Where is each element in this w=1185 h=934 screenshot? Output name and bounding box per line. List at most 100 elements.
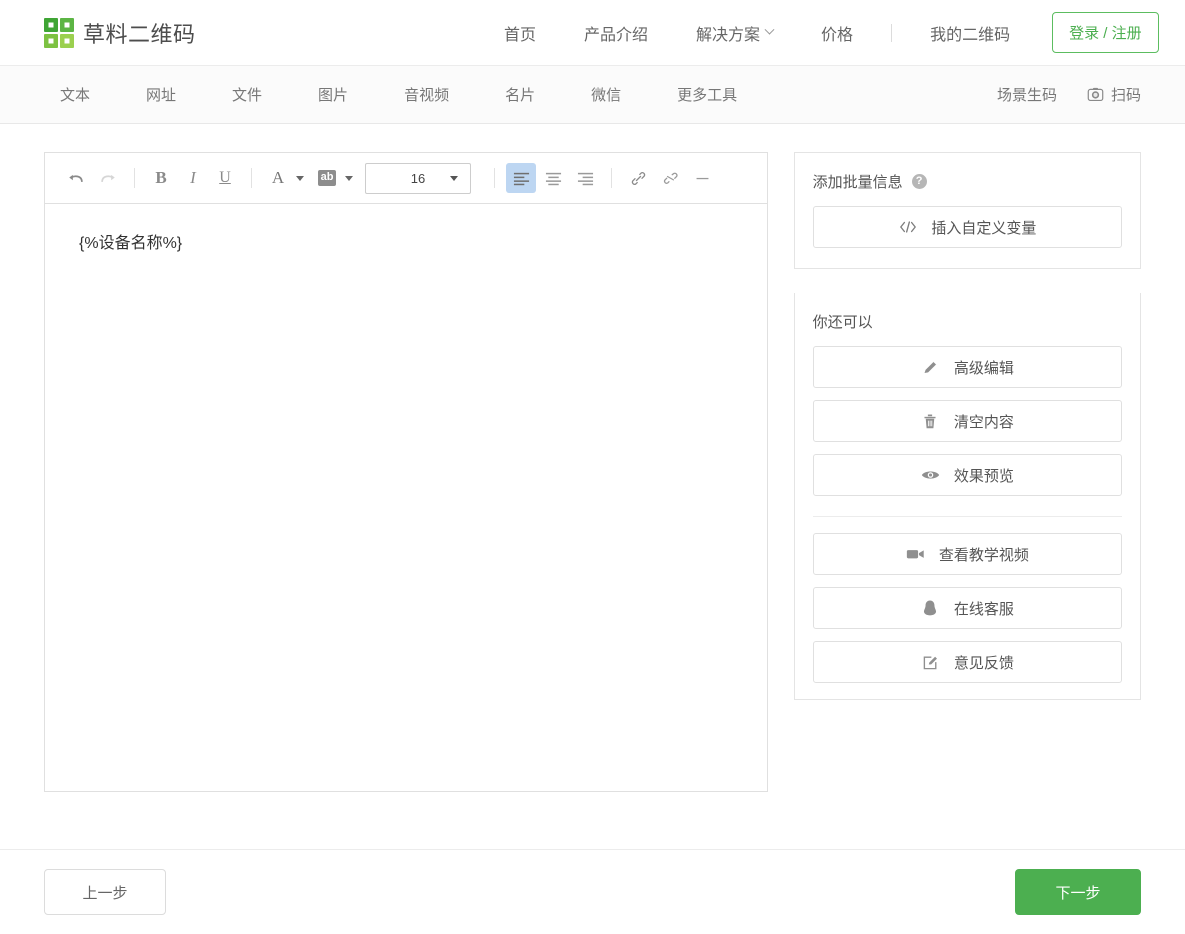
unlink-icon (662, 170, 679, 187)
feedback-edit-icon (921, 654, 940, 671)
bold-label: B (155, 168, 166, 188)
login-register-button[interactable]: 登录 / 注册 (1052, 12, 1159, 53)
nav-item-home[interactable]: 首页 (480, 21, 560, 45)
page-body: B I U A ab 16 (0, 124, 1185, 850)
brand-name: 草料二维码 (83, 17, 196, 49)
online-support-label: 在线客服 (954, 598, 1014, 619)
chevron-down-icon (450, 176, 458, 181)
tab-more-tools[interactable]: 更多工具 (649, 84, 765, 105)
tab-url[interactable]: 网址 (118, 84, 204, 105)
horizontal-rule-icon (694, 170, 711, 187)
nav-item-label: 首页 (504, 21, 536, 45)
tab-audio-video[interactable]: 音视频 (376, 84, 477, 105)
next-step-button[interactable]: 下一步 (1015, 869, 1141, 915)
undo-button[interactable] (61, 163, 91, 193)
video-camera-icon (906, 547, 925, 561)
code-brackets-icon (898, 220, 917, 234)
tutorial-video-button[interactable]: 查看教学视频 (813, 533, 1122, 575)
nav-item-label: 价格 (821, 21, 853, 45)
clear-content-button[interactable]: 清空内容 (813, 400, 1122, 442)
nav-item-my-qrcode[interactable]: 我的二维码 (906, 21, 1034, 45)
eye-icon (921, 468, 940, 482)
tab-business-card[interactable]: 名片 (477, 84, 563, 105)
preview-button[interactable]: 效果预览 (813, 454, 1122, 496)
nav-item-pricing[interactable]: 价格 (797, 21, 877, 45)
insert-link-button[interactable] (623, 163, 653, 193)
nav-item-products[interactable]: 产品介绍 (560, 21, 672, 45)
toolbar-divider (134, 168, 135, 188)
type-tab-bar: 文本 网址 文件 图片 音视频 名片 微信 更多工具 场景生码 扫码 (0, 66, 1185, 124)
text-color-dropdown-caret-icon[interactable] (296, 176, 304, 181)
text-color-label: A (272, 168, 284, 188)
scene-code-button[interactable]: 场景生码 (997, 84, 1057, 105)
text-color-button[interactable]: A (263, 163, 293, 193)
align-center-button[interactable] (538, 163, 568, 193)
editor-content-area[interactable]: {%设备名称%} (45, 204, 767, 791)
horizontal-rule-button[interactable] (687, 163, 717, 193)
rich-text-editor: B I U A ab 16 (44, 152, 768, 792)
trash-icon (921, 413, 940, 430)
tab-text[interactable]: 文本 (44, 84, 118, 105)
advanced-edit-label: 高级编辑 (954, 357, 1014, 378)
top-header: 草料二维码 首页 产品介绍 解决方案 价格 我的二维码 登录 / 注册 (0, 0, 1185, 66)
italic-label: I (190, 168, 196, 188)
chevron-down-icon (765, 25, 775, 35)
toolbar-divider (494, 168, 495, 188)
align-left-button[interactable] (506, 163, 536, 193)
also-can-title: 你还可以 (813, 311, 873, 332)
nav-divider (891, 24, 892, 42)
right-sidebar: 添加批量信息 ? 插入自定义变量 你还可以 (794, 152, 1141, 849)
redo-button[interactable] (93, 163, 123, 193)
align-right-button[interactable] (570, 163, 600, 193)
camera-scan-icon (1087, 86, 1104, 103)
scan-button[interactable]: 扫码 (1087, 84, 1141, 105)
insert-custom-variable-button[interactable]: 插入自定义变量 (813, 206, 1122, 248)
tab-wechat[interactable]: 微信 (563, 84, 649, 105)
insert-custom-variable-label: 插入自定义变量 (931, 217, 1036, 238)
editor-toolbar: B I U A ab 16 (45, 153, 767, 204)
tutorial-video-label: 查看教学视频 (939, 544, 1029, 565)
scan-label: 扫码 (1111, 84, 1141, 105)
align-center-icon (545, 171, 562, 186)
feedback-button[interactable]: 意见反馈 (813, 641, 1122, 683)
question-mark-icon[interactable]: ? (912, 174, 927, 189)
highlight-dropdown-caret-icon[interactable] (345, 176, 353, 181)
bold-button[interactable]: B (146, 163, 176, 193)
tab-image[interactable]: 图片 (290, 84, 376, 105)
underline-button[interactable]: U (210, 163, 240, 193)
nav-item-label: 我的二维码 (930, 21, 1010, 45)
feedback-label: 意见反馈 (954, 652, 1014, 673)
editor-text-line: {%设备名称%} (79, 230, 733, 257)
clear-content-label: 清空内容 (954, 411, 1014, 432)
tab-file[interactable]: 文件 (204, 84, 290, 105)
panel-divider (813, 516, 1122, 517)
preview-label: 效果预览 (954, 465, 1014, 486)
italic-button[interactable]: I (178, 163, 208, 193)
link-icon (630, 170, 647, 187)
batch-info-title-row: 添加批量信息 ? (813, 171, 1122, 192)
online-support-button[interactable]: 在线客服 (813, 587, 1122, 629)
highlight-color-button[interactable]: ab (312, 163, 342, 193)
undo-arrow-icon (67, 169, 85, 187)
main-nav: 首页 产品介绍 解决方案 价格 我的二维码 登录 / 注册 (480, 12, 1159, 53)
scene-code-label: 场景生码 (997, 84, 1057, 105)
subbar-actions: 场景生码 扫码 (997, 84, 1141, 105)
toolbar-divider (611, 168, 612, 188)
brand-logo[interactable]: 草料二维码 (44, 17, 196, 49)
also-can-panel: 你还可以 高级编辑 (794, 293, 1141, 700)
underline-label: U (219, 169, 231, 187)
advanced-edit-button[interactable]: 高级编辑 (813, 346, 1122, 388)
nav-item-solutions[interactable]: 解决方案 (672, 21, 797, 45)
highlight-label: ab (318, 170, 337, 185)
remove-link-button[interactable] (655, 163, 685, 193)
align-right-icon (577, 171, 594, 186)
prev-step-button[interactable]: 上一步 (44, 869, 166, 915)
toolbar-divider (251, 168, 252, 188)
support-bell-icon (921, 599, 940, 617)
font-size-select[interactable]: 16 (365, 163, 471, 194)
also-can-title-row: 你还可以 (813, 311, 1122, 332)
align-left-icon (513, 171, 530, 186)
wizard-footer: 上一步 下一步 (0, 850, 1185, 934)
font-size-value: 16 (411, 171, 425, 186)
batch-info-title: 添加批量信息 (813, 171, 903, 192)
